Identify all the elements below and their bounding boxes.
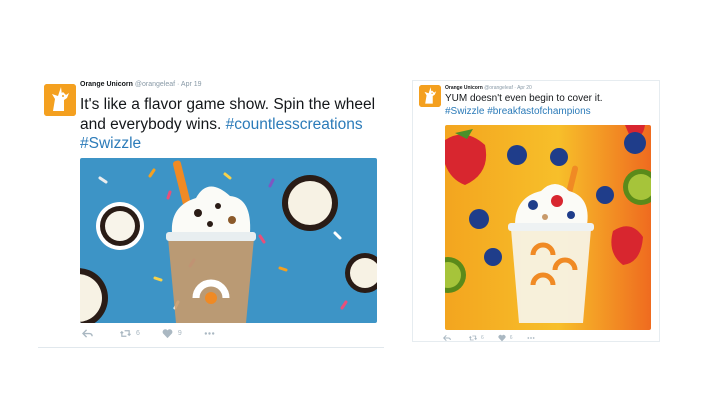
- more-icon: [527, 337, 535, 339]
- milkshake-cookies-photo: [80, 158, 377, 323]
- hashtag-link[interactable]: #Swizzle: [80, 135, 141, 152]
- like-action[interactable]: 6: [498, 334, 513, 342]
- retweet-action[interactable]: 6: [120, 328, 140, 339]
- retweet-action[interactable]: 6: [469, 334, 484, 342]
- author-handle[interactable]: @orangeleaf: [135, 81, 175, 88]
- milkshake-fruit-photo: [445, 125, 651, 330]
- retweet-count: 6: [136, 330, 140, 337]
- tweet-header: Orange Unicorn @orangeleaf · Apr 19: [80, 81, 202, 88]
- hashtag-link[interactable]: #countlesscreations: [226, 116, 363, 133]
- reply-icon: [443, 334, 451, 342]
- tweet-text: YUM doesn't even begin to cover it. #Swi…: [445, 93, 660, 118]
- heart-icon: [498, 334, 506, 342]
- more-action[interactable]: [204, 328, 220, 339]
- heart-icon: [162, 329, 173, 339]
- author-handle[interactable]: @orangeleaf: [484, 85, 513, 91]
- tweet-actions: 6 6: [443, 334, 553, 342]
- author-name[interactable]: Orange Unicorn: [445, 85, 483, 91]
- tweet-header: Orange Unicorn @orangeleaf · Apr 20: [445, 85, 532, 91]
- retweet-count: 6: [481, 335, 484, 341]
- like-count: 9: [177, 330, 182, 337]
- avatar[interactable]: [44, 84, 76, 116]
- tweet-date[interactable]: Apr 20: [517, 85, 532, 91]
- tweet-actions: 6 9: [82, 328, 242, 339]
- tweet-media-image[interactable]: [445, 125, 651, 330]
- tweet-body: YUM doesn't even begin to cover it.: [445, 93, 603, 104]
- reply-action[interactable]: [82, 328, 98, 339]
- separator: ·: [177, 81, 180, 88]
- hashtag-link[interactable]: #Swizzle: [445, 106, 484, 117]
- retweet-icon: [120, 330, 131, 337]
- tweet-media-image[interactable]: [80, 158, 377, 323]
- avatar[interactable]: [419, 85, 441, 107]
- reply-icon: [82, 329, 93, 338]
- like-action[interactable]: 9: [162, 328, 182, 339]
- reply-action[interactable]: [443, 334, 455, 342]
- tweet-card[interactable]: Orange Unicorn @orangeleaf · Apr 20 YUM …: [412, 80, 660, 342]
- more-action[interactable]: [527, 334, 539, 342]
- separator: ·: [514, 85, 516, 91]
- author-name[interactable]: Orange Unicorn: [80, 81, 133, 88]
- unicorn-logo-icon: [419, 85, 441, 107]
- tweet-date[interactable]: Apr 19: [181, 81, 202, 88]
- like-count: 6: [509, 335, 513, 341]
- retweet-icon: [469, 335, 477, 341]
- tweet-card[interactable]: Orange Unicorn @orangeleaf · Apr 19 It's…: [38, 68, 384, 348]
- tweet-text: It's like a flavor game show. Spin the w…: [80, 95, 380, 154]
- unicorn-logo-icon: [44, 84, 76, 116]
- hashtag-link[interactable]: #breakfastofchampions: [487, 106, 590, 117]
- more-icon: [204, 332, 215, 335]
